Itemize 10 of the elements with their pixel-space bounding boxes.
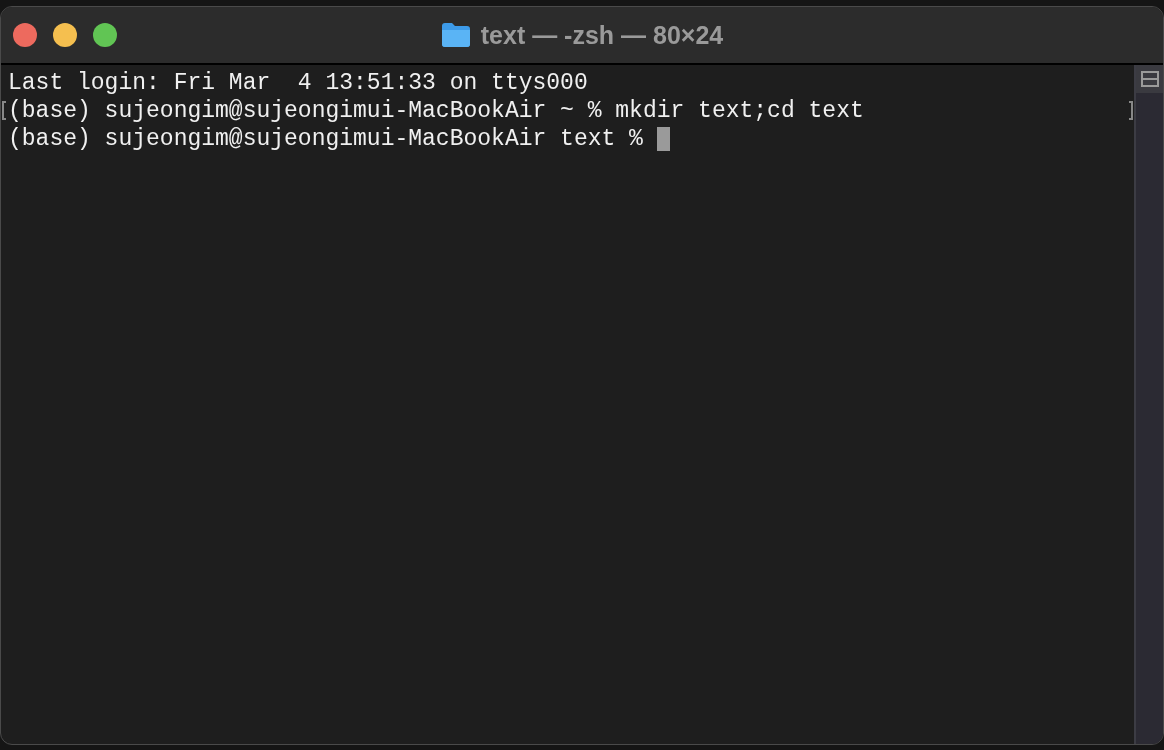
close-button[interactable] — [13, 23, 37, 47]
terminal-line: (base) sujeongim@sujeongimui-MacBookAir text % — [8, 125, 644, 153]
window-title: text — -zsh — 80×24 — [480, 20, 724, 50]
minimize-button[interactable] — [53, 23, 77, 47]
terminal-line: (base) sujeongim@sujeongimui-MacBookAir ~ % mkdir text;cd text — [8, 97, 864, 125]
folder-icon — [440, 22, 471, 48]
terminal-line: Last login: Fri Mar 4 13:51:33 on ttys000 — [8, 69, 588, 97]
split-pane-button[interactable] — [1136, 65, 1163, 93]
zoom-button[interactable] — [93, 23, 117, 47]
split-icon — [1140, 71, 1159, 87]
